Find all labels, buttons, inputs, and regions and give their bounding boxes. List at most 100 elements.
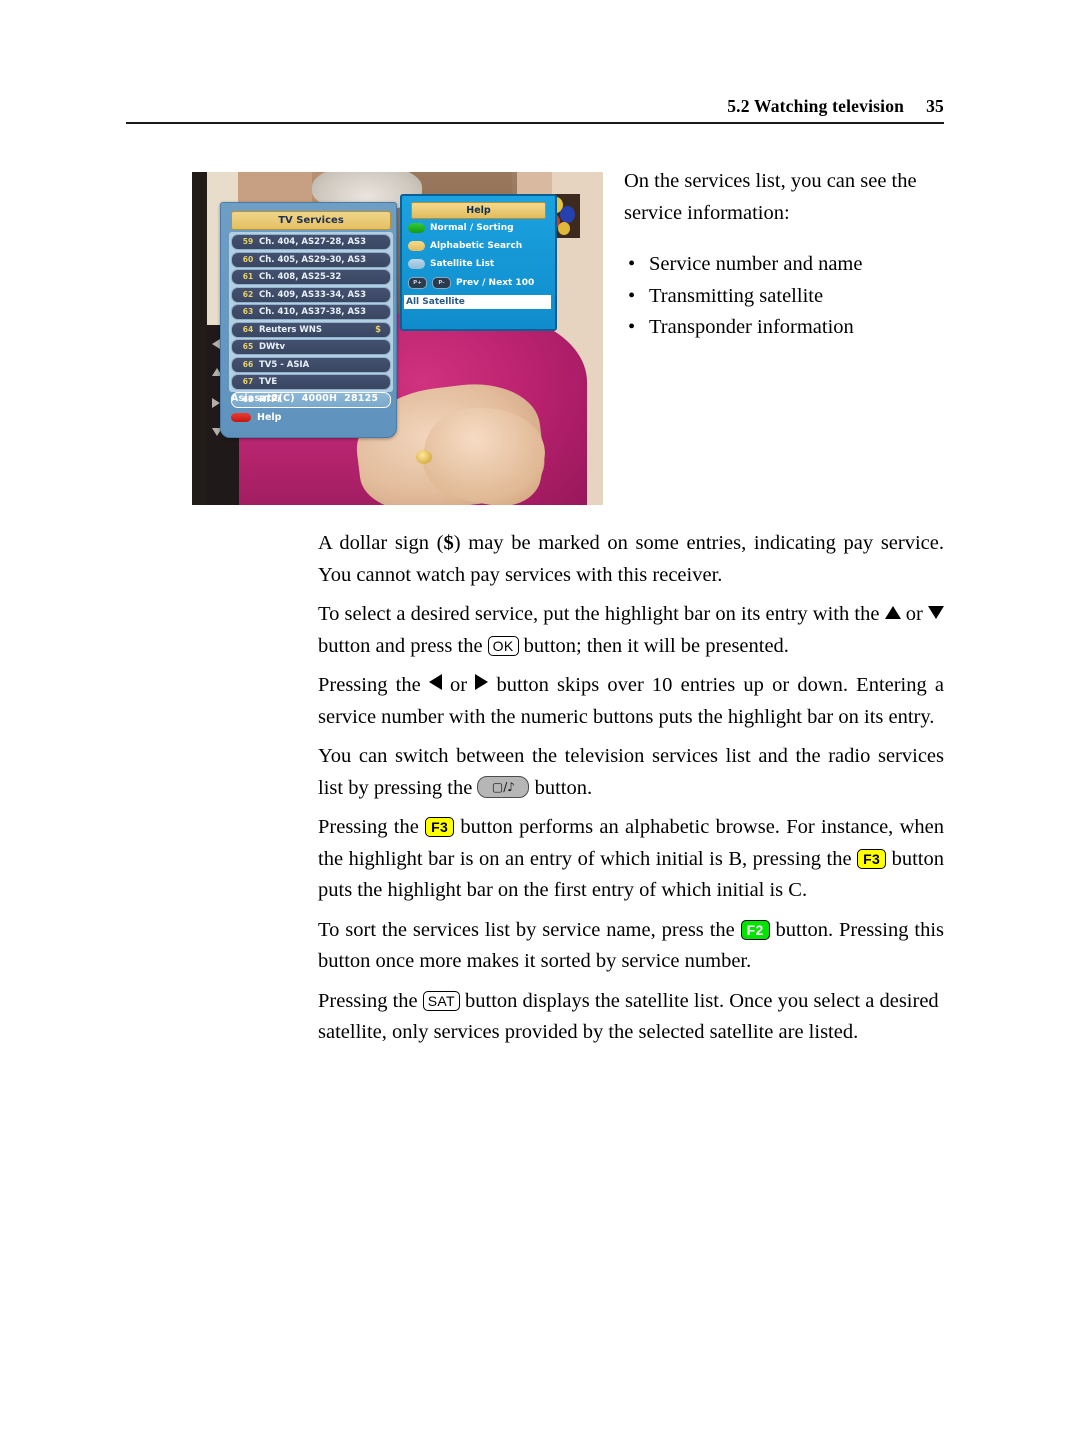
- help-item-label: Satellite List: [430, 259, 495, 269]
- help-item-label: Alphabetic Search: [430, 241, 523, 251]
- service-name: TV5 - ASIA: [259, 359, 310, 370]
- service-list-item: 62 Ch. 409, AS33-34, AS3: [231, 286, 391, 303]
- nav-left-arrow-icon: [212, 339, 220, 349]
- service-name: Ch. 405, AS29-30, AS3: [259, 254, 367, 265]
- list-item: Service number and name: [624, 249, 954, 281]
- list-item: Transponder information: [624, 312, 954, 344]
- tv-radio-glyphs: ▢/♪: [491, 779, 515, 794]
- service-number: 60: [242, 254, 254, 264]
- para-text: button; then it will be presented.: [523, 634, 789, 657]
- service-number: 65: [242, 342, 254, 351]
- red-button-icon: [231, 413, 251, 422]
- page-running-header: 5.2 Watching television 35: [126, 96, 944, 117]
- osd-frequency: 4000H: [301, 393, 338, 404]
- service-list-item: 59 Ch. 404, AS27-28, AS3: [231, 234, 391, 250]
- service-name: DWtv: [259, 342, 286, 352]
- para-text: You can switch between the television se…: [318, 745, 944, 799]
- service-list-item: 63 Ch. 410, AS37-38, AS3: [231, 304, 391, 320]
- service-list-item: 66 TV5 - ASIA: [231, 356, 391, 373]
- para-text: Pressing the: [318, 674, 421, 696]
- service-list-item: 64 Reuters WNS $: [231, 321, 391, 338]
- service-name: Ch. 408, AS25-32: [259, 272, 342, 282]
- up-arrow-button-icon: [884, 606, 901, 619]
- green-button-icon: [408, 223, 425, 233]
- list-item: Transmitting satellite: [624, 281, 954, 313]
- para-text: or: [905, 603, 923, 625]
- dollar-sign-glyph: $: [443, 532, 454, 554]
- para-text: Pressing the: [318, 816, 419, 838]
- osd-tv-services-panel: TV Services 59 Ch. 404, AS27-28, AS3 60 Ch…: [220, 202, 397, 438]
- sat-key-icon: SAT: [422, 990, 460, 1011]
- right-arrow-button-icon: [475, 674, 489, 690]
- left-arrow-button-icon: [428, 674, 442, 690]
- service-number: 59: [242, 237, 254, 246]
- service-name: Ch. 410, AS37-38, AS3: [259, 307, 367, 317]
- service-number: 67: [242, 377, 254, 386]
- paragraph-skip-entries: Pressing the or button skips over 10 ent…: [318, 670, 944, 733]
- f3-key-icon: F3: [857, 848, 887, 869]
- osd-service-list: 59 Ch. 404, AS27-28, AS3 60 Ch. 405, AS29-…: [229, 232, 393, 408]
- nav-right-arrow-icon: [212, 398, 220, 408]
- main-text-column: A dollar sign ($) may be marked on some …: [318, 528, 945, 1057]
- photo-person-ring: [416, 450, 432, 464]
- logo-ball-blue-icon: [560, 206, 575, 223]
- help-item-satellite-list: Satellite List: [408, 259, 494, 269]
- para-text: button and press the: [318, 634, 483, 657]
- service-list-item: 61 Ch. 408, AS25-32: [231, 269, 391, 285]
- service-name: TVE: [259, 377, 278, 387]
- paragraph-select-service: To select a desired service, put the hig…: [318, 599, 945, 662]
- osd-help-label: Help: [257, 412, 282, 423]
- osd-help-hint: Help: [231, 412, 281, 423]
- osd-symbol-rate: 28125: [344, 393, 379, 404]
- help-item-alphabetic-search: Alphabetic Search: [408, 241, 522, 251]
- service-list-item: 65 DWtv: [231, 339, 391, 355]
- header-section-title: 5.2 Watching television: [727, 96, 905, 116]
- yellow-button-icon: [408, 241, 425, 251]
- service-name: Ch. 404, AS27-28, AS3: [259, 237, 367, 247]
- help-item-label: Prev / Next 100: [456, 278, 535, 288]
- para-text: To select a desired service, put the hig…: [318, 603, 880, 625]
- header-divider-rule: [126, 122, 944, 124]
- page-number: 35: [926, 96, 944, 116]
- service-name: Reuters WNS: [259, 324, 323, 335]
- help-item-normal-sorting: Normal / Sorting: [408, 223, 514, 233]
- paragraph-alphabetic-browse: Pressing the F3 button performs an alpha…: [318, 812, 944, 907]
- osd-transponder-info: Asiasat2(C) 4000H 28125: [231, 393, 385, 404]
- para-text: To sort the services list by service nam…: [318, 918, 735, 941]
- osd-help-title: Help: [411, 202, 546, 219]
- help-item-prev-next: P+ P- Prev / Next 100: [408, 277, 534, 289]
- down-arrow-button-icon: [928, 606, 945, 619]
- service-list-item: 60 Ch. 405, AS29-30, AS3: [231, 251, 391, 268]
- tv-radio-toggle-key-icon: ▢/♪: [477, 775, 530, 798]
- ok-key-icon: OK: [487, 635, 519, 656]
- logo-ball-gold-icon: [558, 222, 570, 235]
- figure-tv-services-screenshot: TV Services 59 Ch. 404, AS27-28, AS3 60 Ch…: [192, 172, 603, 505]
- service-name: Ch. 409, AS33-34, AS3: [259, 289, 367, 300]
- osd-help-panel: Help Normal / Sorting Alphabetic Search …: [400, 194, 557, 331]
- paragraph-tv-radio-switch: You can switch between the television se…: [318, 741, 944, 804]
- osd-satellite-name: Asiasat2(C): [231, 393, 295, 404]
- osd-tv-services-title: TV Services: [231, 211, 391, 230]
- service-information-bullet-list: Service number and name Transmitting sat…: [624, 249, 954, 344]
- para-text: button.: [534, 776, 593, 799]
- paragraph-sort-by-name: To sort the services list by service nam…: [318, 915, 944, 978]
- service-list-item: 67 TVE: [231, 374, 391, 390]
- paragraph-pay-service: A dollar sign ($) may be marked on some …: [318, 528, 944, 591]
- service-number: 63: [242, 307, 254, 316]
- osd-satellite-filter-bar: All Satellite: [404, 295, 551, 309]
- para-text: Pressing the: [318, 989, 418, 1012]
- para-text: or: [450, 674, 468, 696]
- photo-left-dark-border: [192, 172, 207, 505]
- service-number: 66: [242, 359, 254, 369]
- f3-key-icon: F3: [425, 817, 455, 837]
- para-text: A dollar sign (: [318, 532, 444, 554]
- f2-key-icon: F2: [740, 919, 770, 940]
- service-number: 62: [242, 289, 254, 299]
- page-down-button-icon: P-: [432, 277, 451, 289]
- figure-side-text-column: On the services list, you can see the se…: [624, 166, 954, 344]
- service-number: 64: [242, 324, 254, 334]
- page-up-button-icon: P+: [408, 277, 427, 289]
- services-list-intro-text: On the services list, you can see the se…: [624, 170, 917, 224]
- help-item-label: Normal / Sorting: [430, 223, 514, 233]
- paragraph-satellite-list: Pressing the SAT button displays the sat…: [318, 986, 944, 1049]
